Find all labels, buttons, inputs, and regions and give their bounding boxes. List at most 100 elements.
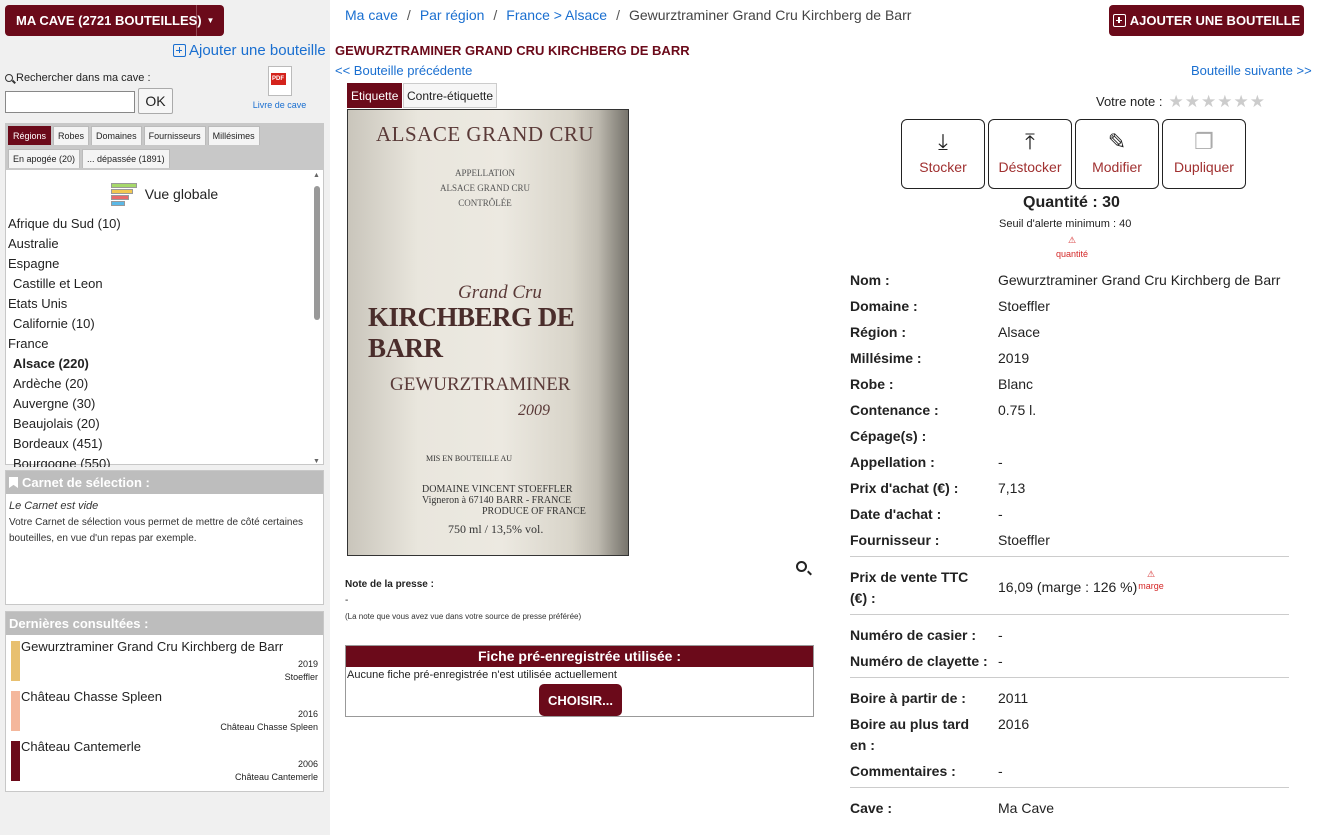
label-text-line: Vigneron à 67140 BARR - FRANCE [422,495,572,506]
tab-domaines[interactable]: Domaines [91,126,142,145]
tab-regions[interactable]: Régions [8,126,52,145]
field-value: 2011 [998,690,1029,706]
scroll-down-icon[interactable]: ▼ [313,458,320,465]
bottle-label-image[interactable]: ALSACE GRAND CRU APPELLATION ALSACE GRAN… [347,109,629,556]
region-item[interactable]: Californie (10) [6,314,323,334]
label-text: MIS EN BOUTEILLE AU [426,454,512,463]
region-item[interactable]: Castille et Leon [6,274,323,294]
label-text: DOMAINE VINCENT STOEFFLER Vigneron à 671… [422,484,586,517]
region-item[interactable]: Australie [6,234,323,254]
add-bottle-link[interactable]: Ajouter une bouteille [173,42,326,59]
field-label: Millésime : [850,350,922,366]
stock-button[interactable]: ⤓ Stocker [901,119,985,189]
label-text: KIRCHBERG DE BARR [368,302,575,363]
scrollbar-thumb[interactable] [314,186,320,320]
region-item-selected[interactable]: Alsace (220) [6,354,323,374]
breadcrumb-item[interactable]: Par région [420,7,485,23]
divider [850,614,1289,615]
field-label: Boire à partir de : [850,690,966,706]
region-item[interactable]: Beaujolais (20) [6,414,323,434]
alert-threshold: Seuil d'alerte minimum : 40 [999,218,1132,230]
tab-millesimes[interactable]: Millésimes [207,126,260,145]
region-item[interactable]: Espagne [6,254,323,274]
label-text: Grand Cru [458,282,542,303]
region-item[interactable]: Bourgogne (550) [6,454,323,467]
recently-viewed-title: Dernières consultées : [9,616,149,631]
my-cellar-label: MA CAVE (2721 BOUTEILLES) [16,13,202,28]
region-item[interactable]: Ardèche (20) [6,374,323,394]
star-icon[interactable]: ★ [1234,93,1249,110]
scroll-up-icon[interactable]: ▲ [313,172,320,179]
zoom-icon[interactable] [796,560,807,575]
recent-item-name: Gewurztraminer Grand Cru Kirchberg de Ba… [21,639,284,654]
unstock-button[interactable]: ⤒ Déstocker [988,119,1072,189]
region-item[interactable]: Afrique du Sud (10) [6,214,323,234]
recent-item-name: Château Cantemerle [21,739,141,754]
field-value: - [998,763,1003,779]
tab-depassee[interactable]: ... dépassée (1891) [82,149,170,168]
cellar-book-pdf-link[interactable]: PDF Livre de cave [252,66,307,110]
recent-item[interactable]: Château Chasse Spleen 2016 Château Chass… [6,685,323,735]
copy-icon: ❐ [1194,129,1214,154]
label-text: 2009 [518,402,550,419]
quantity-warning-label: quantité [1055,249,1089,259]
region-list-scrollbar[interactable]: ▲ ▼ [312,170,322,467]
field-value: Stoeffler [998,298,1050,314]
recent-item-year: 2019 [297,659,318,669]
edit-button[interactable]: ✎ Modifier [1075,119,1159,189]
field-value: - [998,653,1003,669]
star-icon[interactable]: ★ [1201,93,1216,110]
add-bottle-button[interactable]: AJOUTER UNE BOUTEILLE [1109,5,1304,36]
divider [850,556,1289,557]
field-value: Ma Cave [998,800,1055,816]
tab-back-label-image[interactable]: Contre-étiquette [403,83,498,108]
previous-bottle-link[interactable]: << Bouteille précédente [335,63,472,78]
notebook-description: Votre Carnet de sélection vous permet de… [9,517,304,544]
wine-color-swatch [11,741,20,781]
tab-fournisseurs[interactable]: Fournisseurs [143,126,206,145]
star-icon[interactable]: ★ [1169,93,1184,110]
caret-down-icon[interactable]: ▼ [196,5,224,36]
star-icon[interactable]: ★ [1217,93,1232,110]
field-label: Prix d'achat (€) : [850,480,959,496]
field-label: Domaine : [850,298,918,314]
label-text: GEWURZTRAMINER [390,374,571,395]
field-value: - [998,454,1003,470]
tab-robes[interactable]: Robes [53,126,90,145]
next-bottle-link[interactable]: Bouteille suivante >> [1191,63,1312,78]
left-sidebar: MA CAVE (2721 BOUTEILLES) ▼ Ajouter une … [0,0,330,835]
breadcrumb-item[interactable]: France > Alsace [506,7,607,23]
press-rating-value: - [345,595,349,606]
region-item[interactable]: Etats Unis [6,294,323,314]
pdf-icon: PDF [267,66,292,96]
field-label: Numéro de casier : [850,627,977,643]
search-ok-button[interactable]: OK [138,88,173,114]
global-view-link[interactable]: Vue globale [6,170,323,214]
plus-square-icon [1112,14,1126,27]
recent-item[interactable]: Gewurztraminer Grand Cru Kirchberg de Ba… [6,635,323,685]
choose-preset-button[interactable]: CHOISIR... [539,684,622,716]
region-item[interactable]: Auvergne (30) [6,394,323,414]
region-item[interactable]: France [6,334,323,354]
breadcrumb-separator: / [406,7,411,23]
label-text: APPELLATION ALSACE GRAND CRU CONTRÔLÉE [440,166,530,211]
star-icon[interactable]: ★ [1185,93,1200,110]
page-title: GEWURZTRAMINER GRAND CRU KIRCHBERG DE BA… [335,43,690,58]
browse-tabs: Régions Robes Domaines Fournisseurs Mill… [6,124,323,170]
star-icon[interactable]: ★ [1250,93,1265,110]
label-text-line: DOMAINE VINCENT STOEFFLER [422,484,573,495]
region-item[interactable]: Bordeaux (451) [6,434,323,454]
notebook-empty-text: Le Carnet est vide [9,500,99,512]
field-label: Contenance : [850,402,939,418]
recent-item[interactable]: Château Cantemerle 2006 Château Cantemer… [6,735,323,785]
wine-color-swatch [11,691,20,731]
my-cellar-button[interactable]: MA CAVE (2721 BOUTEILLES) ▼ [5,5,224,36]
tab-label-image[interactable]: Etiquette [347,83,403,108]
rating-label: Votre note : [1096,94,1163,109]
breadcrumb-item[interactable]: Ma cave [345,7,398,23]
duplicate-button[interactable]: ❐ Dupliquer [1162,119,1246,189]
search-input[interactable] [5,91,135,113]
global-view-label: Vue globale [144,186,219,202]
warning-icon: ⚠ [1146,569,1156,579]
tab-en-apogee[interactable]: En apogée (20) [8,149,81,168]
